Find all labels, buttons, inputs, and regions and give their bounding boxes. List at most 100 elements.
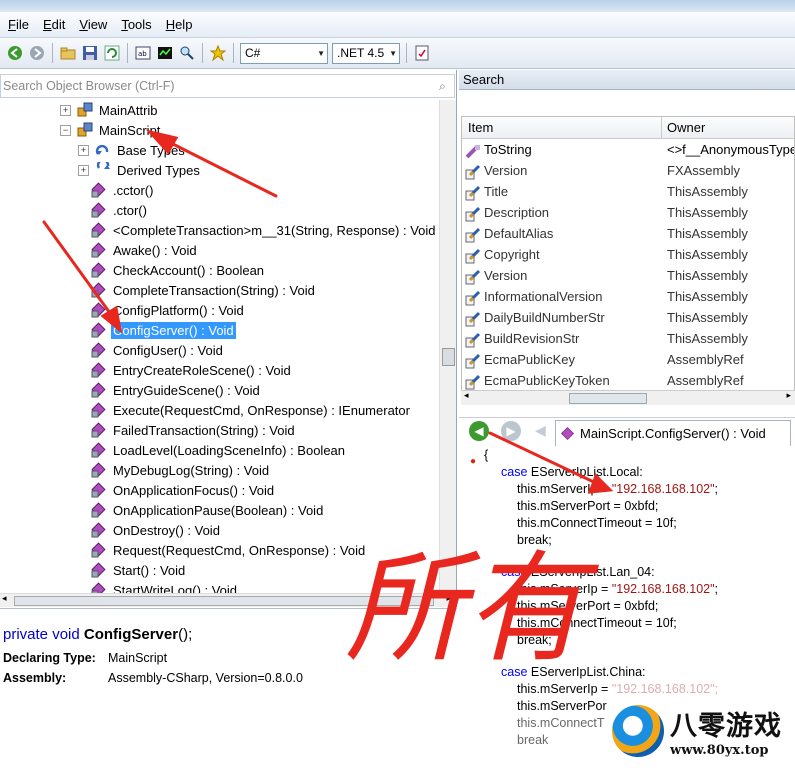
results-item: BuildRevisionStr (484, 331, 580, 346)
options-icon[interactable] (412, 43, 432, 63)
tree-item[interactable]: Start() : Void (91, 560, 187, 580)
assembly-link[interactable]: Assembly-CSharp, Version=0.8.0.0 (108, 671, 303, 685)
tree-item[interactable]: .ctor() (91, 200, 149, 220)
tree-item[interactable]: CompleteTransaction(String) : Void (91, 280, 317, 300)
search-icon[interactable]: ⌕ (439, 79, 446, 94)
tree-item[interactable]: OnApplicationPause(Boolean) : Void (91, 500, 325, 520)
open-folder-icon[interactable] (58, 43, 78, 63)
results-item: InformationalVersion (484, 289, 603, 304)
tree-item-label: CompleteTransaction(String) : Void (113, 282, 315, 298)
tree-item[interactable]: + Base Types (78, 140, 187, 160)
tree-item[interactable]: + MainAttrib (60, 100, 160, 120)
property-icon (465, 290, 481, 306)
tree-item[interactable]: − MainScript (60, 120, 162, 140)
expand-icon[interactable]: + (78, 144, 89, 156)
method-icon (91, 542, 107, 558)
results-row[interactable]: DailyBuildNumberStr ThisAssembly (462, 308, 794, 329)
code-back-icon[interactable]: ◀ (469, 421, 489, 441)
results-horizontal-scrollbar[interactable]: ◂ ▸ (461, 390, 795, 405)
refresh-icon[interactable] (102, 43, 122, 63)
scroll-right-icon[interactable]: ▸ (786, 391, 791, 401)
menu-tools[interactable]: Tools (113, 17, 157, 32)
tree-item[interactable]: EntryGuideScene() : Void (91, 380, 262, 400)
favorite-star-icon[interactable] (208, 43, 228, 63)
breakpoint-icon[interactable]: ● (470, 453, 476, 470)
scrollbar-thumb[interactable] (442, 348, 455, 366)
scrollbar-thumb[interactable] (569, 393, 647, 404)
results-row[interactable]: Version ThisAssembly (462, 266, 794, 287)
results-row[interactable]: DefaultAlias ThisAssembly (462, 224, 794, 245)
save-icon[interactable] (80, 43, 100, 63)
results-row[interactable]: EcmaPublicKeyToken AssemblyRef (462, 371, 794, 392)
language-select[interactable]: C# ▼ (240, 42, 328, 64)
results-row[interactable]: EcmaPublicKey AssemblyRef (462, 350, 794, 371)
collapse-icon[interactable]: − (60, 124, 71, 136)
tree-item[interactable]: EntryCreateRoleScene() : Void (91, 360, 293, 380)
code-line: this.mServerIp = "192.168.168.102"; (517, 481, 718, 498)
results-row[interactable]: InformationalVersion ThisAssembly (462, 287, 794, 308)
tree-item[interactable]: Request(RequestCmd, OnResponse) : Void (91, 540, 367, 560)
find-icon[interactable] (177, 43, 197, 63)
tree-item[interactable]: .cctor() (91, 180, 155, 200)
scroll-right-icon[interactable]: ▸ (446, 594, 451, 604)
results-row[interactable]: Title ThisAssembly (462, 182, 794, 203)
chart-view-icon[interactable] (155, 43, 175, 63)
tree-item[interactable]: ConfigUser() : Void (91, 340, 225, 360)
framework-select[interactable]: .NET 4.5 ▼ (332, 42, 400, 64)
property-icon (465, 164, 481, 180)
tree-item[interactable]: LoadLevel(LoadingSceneInfo) : Boolean (91, 440, 347, 460)
menu-help[interactable]: Help (158, 17, 199, 32)
code-line: case EServerIpList.Local: (501, 464, 643, 481)
tree-item[interactable]: Execute(RequestCmd, OnResponse) : IEnume… (91, 400, 412, 420)
method-icon (91, 442, 107, 458)
object-browser-search-input[interactable]: Search Object Browser (Ctrl-F) ⌕ (0, 74, 455, 98)
expand-icon[interactable]: + (78, 164, 89, 176)
tree-item-label: CheckAccount() : Boolean (113, 262, 265, 278)
signature-name[interactable]: ConfigServer (84, 626, 178, 643)
search-results-list: Item Owner ToString <>f__AnonymousType Ver… (461, 116, 795, 398)
tree-item[interactable]: OnDestroy() : Void (91, 520, 222, 540)
tree-item[interactable]: Awake() : Void (91, 240, 199, 260)
results-row[interactable]: BuildRevisionStr ThisAssembly (462, 329, 794, 350)
member-detail-pane: private void ConfigServer(); Declaring T… (0, 608, 457, 771)
scrollbar-thumb[interactable] (14, 596, 434, 606)
tree-item[interactable]: <CompleteTransaction>m__31(String, Respo… (91, 220, 438, 240)
tree-item[interactable]: ConfigPlatform() : Void (91, 300, 246, 320)
code-tab[interactable]: MainScript.ConfigServer() : Void (555, 420, 791, 446)
tree-item[interactable]: ConfigServer() : Void (91, 320, 236, 340)
menu-file[interactable]: File (0, 17, 35, 32)
tree-horizontal-scrollbar[interactable]: ◂ ▸ (0, 593, 455, 607)
results-row[interactable]: Description ThisAssembly (462, 203, 794, 224)
menu-view[interactable]: View (71, 17, 113, 32)
back-icon[interactable] (5, 43, 25, 63)
tree-item[interactable]: MyDebugLog(String) : Void (91, 460, 271, 480)
results-row[interactable]: ToString <>f__AnonymousType (462, 140, 794, 161)
property-icon (465, 248, 481, 264)
site-watermark: 八零游戏 www.80yx.top (610, 690, 795, 771)
column-item[interactable]: Item (468, 120, 493, 135)
declaring-type-link[interactable]: MainScript (108, 651, 167, 665)
code-forward-icon[interactable]: ▶ (501, 421, 521, 441)
column-owner[interactable]: Owner (667, 120, 705, 135)
tree-vertical-scrollbar[interactable] (439, 100, 456, 593)
results-row[interactable]: Copyright ThisAssembly (462, 245, 794, 266)
tree-item[interactable]: + Derived Types (78, 158, 202, 180)
tree-item-label: Execute(RequestCmd, OnResponse) : IEnume… (113, 402, 410, 418)
code-keyword: case (501, 665, 528, 679)
menu-edit[interactable]: Edit (35, 17, 71, 32)
tree-item-label: MainAttrib (99, 102, 158, 118)
method-icon (91, 322, 107, 338)
code-line: this.mServerPort = 0xbfd; (517, 599, 659, 613)
scroll-left-icon[interactable]: ◂ (464, 391, 469, 401)
text-view-icon[interactable]: ab (133, 43, 153, 63)
forward-icon[interactable] (27, 43, 47, 63)
tree-item[interactable]: CheckAccount() : Boolean (91, 260, 266, 280)
tree-item[interactable]: StartWriteLog() : Void (91, 580, 239, 593)
tree-item[interactable]: OnApplicationFocus() : Void (91, 480, 276, 500)
chevron-down-icon: ▼ (389, 48, 397, 58)
tree-item[interactable]: FailedTransaction(String) : Void (91, 420, 297, 440)
tree-item-label: Derived Types (117, 162, 200, 178)
expand-icon[interactable]: + (60, 104, 71, 116)
scroll-left-icon[interactable]: ◂ (2, 594, 7, 604)
results-row[interactable]: Version FXAssembly (462, 161, 794, 182)
